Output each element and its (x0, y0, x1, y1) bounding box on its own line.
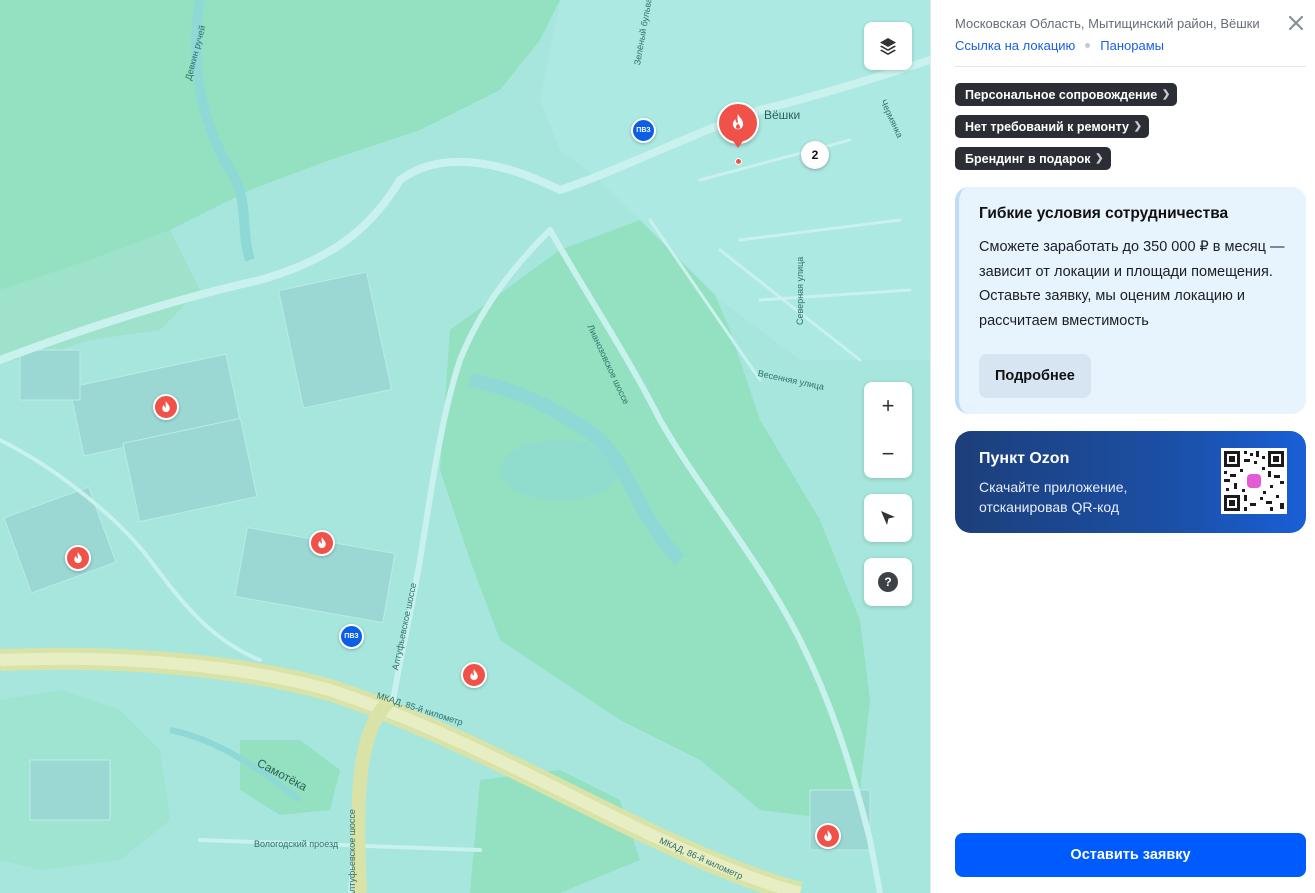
ozon-app-card[interactable]: Пункт Ozon Скачайте приложение, отсканир… (955, 431, 1306, 533)
fire-icon (74, 551, 82, 563)
selected-location-pin[interactable] (717, 102, 761, 166)
chevron-right-icon: ❯ (1161, 89, 1171, 100)
qr-card-title: Пункт Ozon (979, 450, 1070, 467)
dot-separator (1085, 43, 1091, 48)
fire-location-marker[interactable] (815, 823, 841, 849)
location-link[interactable]: Ссылка на локацию (955, 38, 1075, 53)
chevron-right-icon: ❯ (1133, 121, 1142, 132)
qr-card-subtitle: Скачайте приложение, отсканировав QR-код (979, 479, 1128, 515)
tag-branding-gift[interactable]: Брендинг в подарок ❯ (955, 147, 1111, 170)
map-view[interactable]: Вёшки Лианозовское шоссе Северная улица … (0, 0, 930, 893)
zoom-controls: + − (864, 382, 912, 478)
divider (955, 66, 1306, 67)
tag-personal-support[interactable]: Персональное сопровождение ❯ (955, 83, 1178, 106)
promo-title: Гибкие условия сотрудничества (979, 205, 1229, 222)
cluster-marker[interactable]: 2 (801, 141, 829, 169)
location-links: Ссылка на локацию Панорамы (955, 38, 1164, 53)
submit-application-button[interactable]: Оставить заявку (955, 833, 1306, 877)
map-label-altufyevskoe-2: Алтуфьевское шоссе (347, 809, 357, 893)
fire-icon (318, 536, 326, 548)
navigation-arrow-icon (881, 511, 895, 525)
map-base (0, 0, 930, 893)
pvz-marker[interactable]: ПВЗ (339, 624, 364, 649)
map-label-vologodsky: Вологодский проезд (254, 839, 339, 849)
tag-label: Персональное сопровождение (965, 87, 1158, 102)
zoom-in-button[interactable]: + (864, 382, 912, 430)
layers-icon (880, 38, 896, 55)
fire-location-marker[interactable] (309, 530, 335, 556)
more-button[interactable]: Подробнее (979, 354, 1091, 398)
app-root: Вёшки Лианозовское шоссе Северная улица … (0, 0, 1315, 893)
promo-text: Сможете заработать до 350 000 ₽ в месяц … (979, 239, 1285, 329)
qr-code-icon (1221, 448, 1287, 514)
map-label-severnaya: Северная улица (795, 256, 805, 325)
panorama-link[interactable]: Панорамы (1100, 38, 1164, 53)
fire-icon (824, 829, 832, 841)
fire-location-marker[interactable] (461, 662, 487, 688)
location-side-panel: Московская Область, Мытищинский район, В… (930, 0, 1315, 893)
close-button[interactable] (1285, 12, 1307, 34)
fire-icon (470, 668, 478, 680)
pvz-marker[interactable]: ПВЗ (631, 118, 656, 143)
help-button[interactable]: ? (864, 558, 912, 606)
map-label-veshki: Вёшки (764, 108, 801, 122)
chevron-right-icon: ❯ (1095, 153, 1104, 164)
help-icon: ? (878, 572, 898, 592)
location-address: Московская Область, Мытищинский район, В… (955, 16, 1260, 31)
fire-icon (162, 400, 170, 412)
tag-label: Брендинг в подарок (965, 151, 1091, 166)
promo-card: Гибкие условия сотрудничества Сможете за… (955, 187, 1306, 414)
fire-location-marker[interactable] (65, 545, 91, 571)
tag-label: Нет требований к ремонту (965, 119, 1129, 134)
fire-location-marker[interactable] (153, 394, 179, 420)
locate-me-button[interactable] (864, 494, 912, 542)
zoom-out-button[interactable]: − (864, 430, 912, 478)
tag-no-renovation[interactable]: Нет требований к ремонту ❯ (955, 115, 1149, 138)
close-icon (1289, 16, 1303, 30)
layers-button[interactable] (864, 22, 912, 70)
